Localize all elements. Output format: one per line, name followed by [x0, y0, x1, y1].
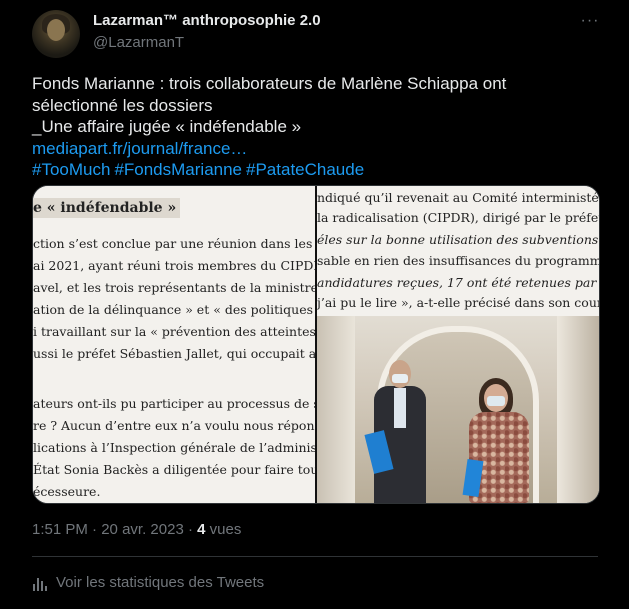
article-line: ateurs ont-ils pu participer au processu… — [33, 396, 315, 411]
views-label: vues — [205, 521, 242, 538]
article-line: j’ai pu le lire », a-t-elle précisé dans… — [317, 295, 599, 310]
article-line: ai 2021, ayant réuni trois membres du CI… — [33, 258, 315, 273]
article-line: la radicalisation (CIPDR), dirigé par le… — [317, 210, 599, 225]
tweet-text: Fonds Marianne : trois collaborateurs de… — [32, 73, 612, 181]
article-line: ndiqué qu’il revenait au Comité intermin… — [317, 190, 599, 205]
media-image-left[interactable]: e « indéfendable » ction s’est conclue p… — [33, 186, 315, 503]
tweet-meta: 1:51 PM · 20 avr. 2023 · 4 vues — [32, 521, 241, 538]
photo-person-man — [364, 360, 429, 503]
photo-door — [317, 316, 355, 503]
article-line: écesseure. — [33, 484, 101, 499]
article-line: i travaillant sur la « prévention des at… — [33, 324, 315, 339]
meta-separator: · — [87, 521, 102, 538]
avatar-face — [47, 19, 65, 41]
media-grid: e « indéfendable » ction s’est conclue p… — [32, 185, 600, 504]
hashtag-patatechaude[interactable]: #PatateChaude — [246, 160, 364, 179]
media-image-right[interactable]: ndiqué qu’il revenait au Comité intermin… — [317, 186, 599, 503]
article-line: éles sur la bonne utilisation des subven… — [317, 232, 599, 247]
more-horizontal-icon[interactable]: ··· — [578, 12, 602, 32]
analytics-label: Voir les statistiques des Tweets — [56, 574, 265, 591]
tweet-time[interactable]: 1:51 PM — [32, 521, 88, 538]
article-line: ussi le préfet Sébastien Jallet, qui occ… — [33, 346, 315, 361]
article-link[interactable]: mediapart.fr/journal/france… — [32, 139, 247, 158]
article-line: ction s’est conclue par une réunion dans… — [33, 236, 315, 251]
photo-door — [557, 316, 599, 503]
tweet-text-line: sélectionné les dossiers — [32, 95, 213, 115]
article-headline: e « indéfendable » — [33, 198, 181, 218]
article-line: lications à l’Inspection générale de l’a… — [33, 440, 315, 455]
tweet-text-line: _Une affaire jugée « indéfendable » — [32, 117, 302, 136]
article-line: avel, et les trois représentants de la m… — [33, 280, 315, 295]
tweet-text-line: Fonds Marianne : trois collaborateurs de… — [32, 74, 507, 93]
hashtag-list: #TooMuch #FondsMarianne #PatateChaude — [32, 159, 612, 181]
article-line: re ? Aucun d’entre eux n’a voulu nous ré… — [33, 418, 315, 433]
article-line: État Sonia Backès a diligentée pour fair… — [33, 462, 315, 477]
divider — [32, 556, 598, 557]
article-line: ation de la délinquance » et « des polit… — [33, 302, 315, 317]
hashtag-toomuch[interactable]: #TooMuch — [32, 160, 110, 179]
tweet-date[interactable]: 20 avr. 2023 — [101, 521, 184, 538]
author-name[interactable]: Lazarman™ anthroposophie 2.0 — [93, 12, 321, 29]
article-line: sable en rien des insuffisances du progr… — [317, 253, 599, 268]
avatar[interactable] — [32, 10, 80, 58]
photo-person-woman — [462, 378, 535, 503]
bar-chart-icon — [33, 577, 47, 591]
article-line: andidatures reçues, 17 ont été retenues … — [317, 275, 599, 290]
tweet-analytics-link[interactable]: Voir les statistiques des Tweets — [32, 574, 264, 591]
meta-separator: · — [183, 521, 198, 538]
hashtag-fondsmarianne[interactable]: #FondsMarianne — [114, 160, 242, 179]
author-handle[interactable]: @LazarmanT — [93, 34, 184, 51]
press-photo — [317, 316, 599, 503]
